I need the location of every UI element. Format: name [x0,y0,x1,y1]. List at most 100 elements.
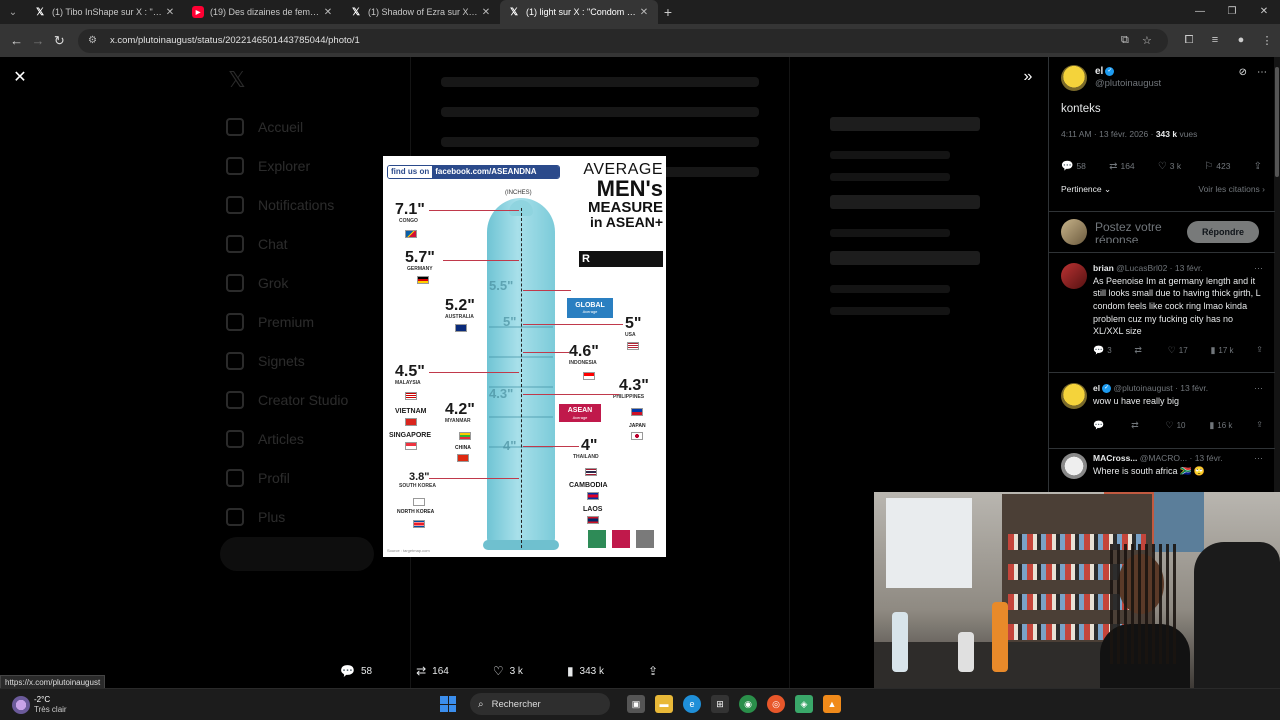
bookmark-stat[interactable]: ⚐ 423 [1204,161,1230,172]
post-image[interactable]: find us on facebook.com/ASEANDNA (INCHES… [383,156,666,557]
share-icon[interactable]: ⇪ [1254,161,1265,172]
reply-head: MACross... @MACRO... · 13 févr. [1093,453,1223,463]
bell-icon [226,195,244,214]
extensions-icon[interactable]: ⧠ [1176,34,1202,47]
avatar[interactable] [1061,263,1087,289]
weather-widget[interactable]: -2°C Très clair [12,695,67,714]
view-quotes-link[interactable]: Voir les citations › [1198,184,1265,195]
minimize-icon[interactable]: — [1184,0,1216,24]
reply-actions: 💬 ⇄ ♡ 10 ▮ 16 k ⇪ [1093,419,1263,432]
menu-kebab-icon[interactable]: ⋮ [1254,34,1280,47]
site-info-icon[interactable]: ⚙ [88,35,102,46]
vlc-icon[interactable]: ▲ [823,695,841,713]
reply-date[interactable]: 13 févr. [1180,383,1208,393]
close-icon[interactable]: ✕ [480,7,492,18]
reply-item[interactable]: MACross... @MACRO... · 13 févr. Where is… [1049,453,1275,493]
flag-indonesia-icon [583,372,595,380]
post-timestamp[interactable]: 4:11 AM · 13 févr. 2026 · [1061,129,1156,139]
author-name[interactable]: el [1095,66,1103,77]
window-close-icon[interactable]: ✕ [1248,0,1280,24]
taskbar-search[interactable]: ⌕ Rechercher [470,693,610,715]
back-arrow-icon[interactable]: ← [6,29,27,53]
views-action[interactable]: ▮ 343 k [567,664,604,678]
avatar[interactable] [1061,383,1087,409]
close-icon[interactable]: ✕ [322,7,334,18]
repost-stat[interactable]: ⇄ 164 [1109,161,1135,172]
share-icon[interactable]: ⇪ [1256,344,1263,357]
scrollbar-thumb[interactable] [1275,67,1279,177]
like-stat[interactable]: ♡ 3 k [1158,161,1181,172]
entry-value: 5" [625,315,642,332]
reply-author[interactable]: el [1093,383,1100,393]
reply-handle[interactable]: @plutoinaugust [1113,383,1172,393]
firefox-icon[interactable]: ◎ [767,695,785,713]
address-bar[interactable]: ⚙ x.com/plutoinaugust/status/20221465014… [77,28,1168,53]
like-action[interactable]: ♡ 3 k [493,664,523,678]
reload-icon[interactable]: ↻ [49,29,70,53]
author-handle[interactable]: @plutoinaugust [1095,78,1161,90]
sort-dropdown[interactable]: Pertinence ⌄ [1061,184,1111,195]
views-action[interactable]: ▮ 16 k [1209,419,1232,432]
share-action[interactable]: ⇪ [648,664,664,678]
browser-tab-active[interactable]: 𝕏 (1) light sur X : "Condom For Ki ✕ [500,0,658,24]
more-options-icon[interactable]: ⋯ [1254,453,1263,464]
flag-china-icon [457,454,469,462]
reply-handle[interactable]: @LucasBrl02 [1116,263,1167,273]
close-viewer-icon[interactable]: ✕ [10,67,30,87]
reply-action[interactable]: 💬 58 [340,664,372,678]
media-control-icon[interactable]: ≡ [1202,34,1228,47]
more-options-icon[interactable]: ⋯ [1257,67,1267,78]
app-icon[interactable]: ◈ [795,695,813,713]
profile-icon[interactable]: ● [1228,34,1254,47]
forward-arrow-icon[interactable]: → [27,29,48,53]
reply-date[interactable]: 13 févr. [1195,453,1223,463]
url-text[interactable]: x.com/plutoinaugust/status/2022146501443… [110,35,1114,46]
author-tools: ⊘ ⋯ [1239,67,1267,78]
reply-stat[interactable]: 💬 58 [1061,161,1086,172]
reply-input[interactable]: Postez votre réponse [1095,221,1183,243]
more-options-icon[interactable]: ⋯ [1254,263,1263,274]
close-icon[interactable]: ✕ [164,7,176,18]
close-icon[interactable]: ✕ [638,7,650,18]
like-action[interactable]: ♡ 17 [1168,344,1188,357]
heart-icon: ♡ [1167,344,1176,355]
new-tab-icon[interactable]: + [658,4,678,20]
share-icon[interactable]: ⇪ [1256,419,1263,432]
leader-line [429,478,519,479]
repost-action[interactable]: ⇄ 164 [416,664,449,678]
avatar[interactable] [1061,65,1087,91]
chrome-browser-icon[interactable]: ◉ [739,695,757,713]
reply-date[interactable]: 13 févr. [1175,263,1203,273]
reply-action[interactable]: 💬 3 [1093,344,1112,357]
like-action[interactable]: ♡ 10 [1165,419,1185,432]
avatar[interactable] [1061,453,1087,479]
views-action[interactable]: ▮ 17 k [1210,344,1233,357]
install-app-icon[interactable]: ⧉ [1114,34,1136,47]
task-view-icon[interactable]: ▣ [627,695,645,713]
reply-item[interactable]: brian @LucasBrl02 · 13 févr. As Peenoise… [1049,263,1275,373]
edge-browser-icon[interactable]: e [683,695,701,713]
browser-tab[interactable]: ▶ (19) Des dizaines de femmes vo ✕ [184,0,342,24]
browser-tab[interactable]: 𝕏 (1) Shadow of Ezra sur X : "Bara ✕ [342,0,500,24]
window-controls: — ❐ ✕ [1184,0,1280,24]
browser-tab[interactable]: 𝕏 (1) Tibo InShape sur X : "Entraîn ✕ [26,0,184,24]
reply-action[interactable]: 💬 [1093,419,1107,432]
file-explorer-icon[interactable]: ▬ [655,695,673,713]
tab-search-icon[interactable]: ⌄ [0,0,26,24]
grok-icon[interactable]: ⊘ [1239,67,1247,78]
reply-item[interactable]: el ✓ @plutoinaugust · 13 févr. wow u have… [1049,383,1275,449]
leader-line [523,290,571,291]
windows-start-icon[interactable] [440,696,456,712]
repost-action[interactable]: ⇄ [1131,419,1142,432]
reply-button[interactable]: Répondre [1187,221,1259,243]
reply-handle[interactable]: @MACRO... [1140,453,1187,463]
restore-icon[interactable]: ❐ [1216,0,1248,24]
reply-author[interactable]: brian [1093,263,1114,273]
bookmark-star-icon[interactable]: ☆ [1136,34,1158,47]
more-options-icon[interactable]: ⋯ [1254,383,1263,394]
reply-author[interactable]: MACross... [1093,453,1137,463]
repost-action[interactable]: ⇄ [1134,344,1145,357]
collapse-panel-icon[interactable]: » [1018,67,1038,87]
store-icon[interactable]: ⊞ [711,695,729,713]
like-count: 17 [1178,345,1188,355]
